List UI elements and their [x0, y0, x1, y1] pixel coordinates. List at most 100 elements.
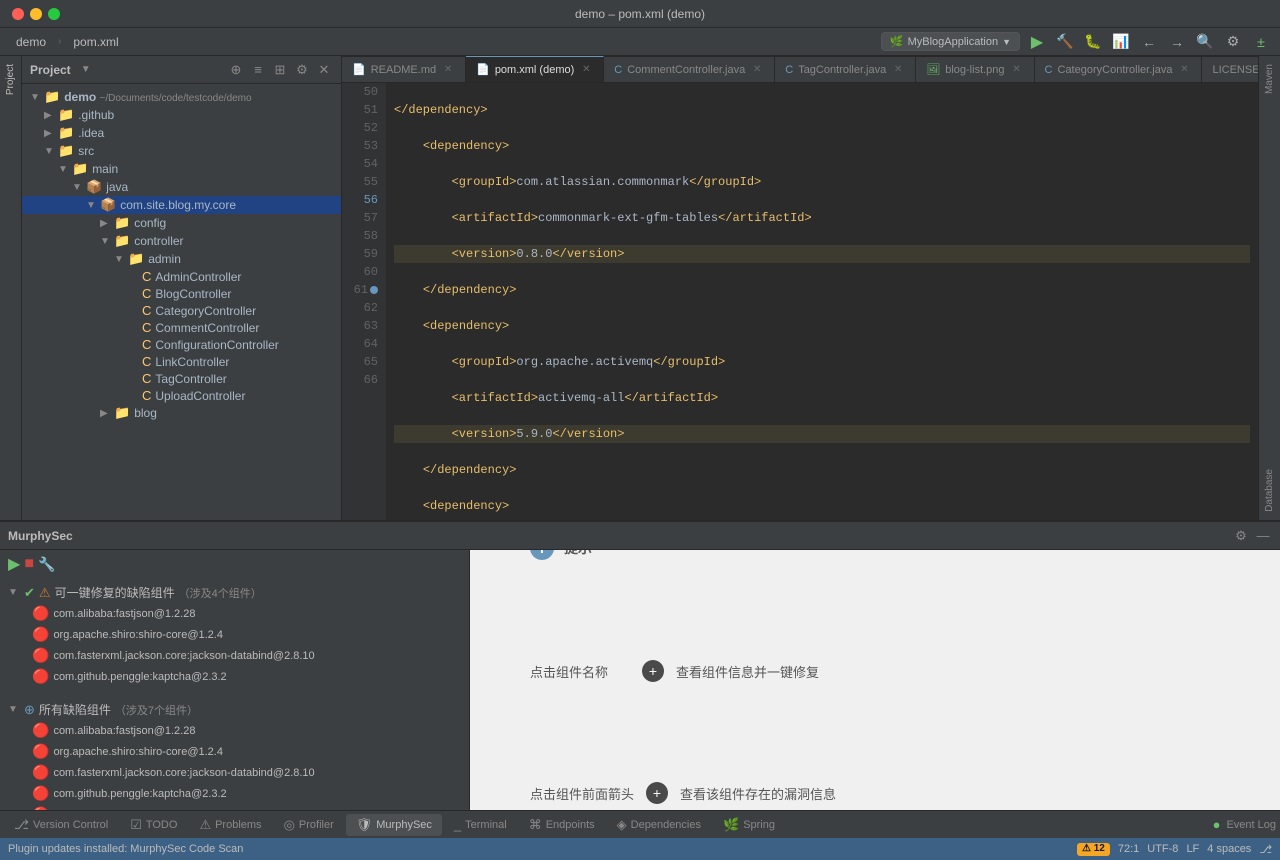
menu-item-demo[interactable]: demo: [8, 32, 54, 52]
run-button[interactable]: ▶: [1026, 31, 1048, 53]
menu-bar: demo › pom.xml 🌿 MyBlogApplication ▼ ▶ 🔨…: [0, 28, 1280, 56]
settings-icon[interactable]: ⚙: [1232, 527, 1250, 545]
add-icon: +: [642, 660, 664, 682]
database-tab[interactable]: Database: [1262, 461, 1277, 520]
fixable-group-header[interactable]: ▼ ✔ ⚠ 可一键修复的缺陷组件 （涉及4个组件）: [4, 582, 465, 603]
debug-button[interactable]: 🐛: [1082, 31, 1104, 53]
tree-item-main[interactable]: ▼ 📁 main: [22, 160, 341, 178]
all-item-3[interactable]: 🔴 com.github.penggle:kaptcha@2.3.2: [4, 783, 465, 804]
code-area[interactable]: </dependency> <dependency> <groupId>com.…: [386, 83, 1258, 520]
tree-item-idea[interactable]: ▶ 📁 .idea: [22, 124, 341, 142]
tab-commentcontroller[interactable]: C CommentController.java ✕: [604, 56, 775, 82]
tree-item-github[interactable]: ▶ 📁 .github: [22, 106, 341, 124]
app-selector[interactable]: 🌿 MyBlogApplication ▼: [881, 32, 1020, 51]
tab-close-categorycontroller[interactable]: ✕: [1177, 63, 1191, 77]
tab-pomxml[interactable]: 📄 pom.xml (demo) ✕: [466, 56, 604, 82]
tree-item-configurationcontroller[interactable]: C ConfigurationController: [22, 336, 341, 353]
vuln-name-0: com.alibaba:fastjson@1.2.28: [53, 608, 195, 620]
back-button[interactable]: ←: [1138, 31, 1160, 53]
build-button[interactable]: 🔨: [1054, 31, 1076, 53]
tab-label: README.md: [371, 64, 436, 76]
tree-item-java[interactable]: ▼ 📦 java: [22, 178, 341, 196]
fixable-item-2[interactable]: 🔴 com.fasterxml.jackson.core:jackson-dat…: [4, 645, 465, 666]
all-item-0[interactable]: 🔴 com.alibaba:fastjson@1.2.28: [4, 720, 465, 741]
status-position: 72:1: [1118, 843, 1139, 856]
all-name-0: com.alibaba:fastjson@1.2.28: [53, 725, 195, 737]
all-item-1[interactable]: 🔴 org.apache.shiro:shiro-core@1.2.4: [4, 741, 465, 762]
terminal-label: Terminal: [465, 819, 507, 831]
window-controls[interactable]: [12, 8, 60, 20]
code-line-58: <artifactId>activemq-all</artifactId>: [394, 389, 1250, 407]
scope-icon[interactable]: ⊕: [227, 61, 245, 79]
tree-item-controller[interactable]: ▼ 📁 controller: [22, 232, 341, 250]
tree-item-tagcontroller[interactable]: C TagController: [22, 370, 341, 387]
tree-item-blogcontroller[interactable]: C BlogController: [22, 285, 341, 302]
minimize-button[interactable]: [30, 8, 42, 20]
murphy-label: MurphySec: [376, 819, 432, 831]
tab-close-pomxml[interactable]: ✕: [579, 63, 593, 77]
class-icon: C: [142, 320, 151, 335]
tab-version-control[interactable]: ⎇ Version Control: [4, 814, 118, 836]
fixable-item-1[interactable]: 🔴 org.apache.shiro:shiro-core@1.2.4: [4, 624, 465, 645]
tree-item-src[interactable]: ▼ 📁 src: [22, 142, 341, 160]
tab-endpoints[interactable]: ⌘ Endpoints: [519, 814, 605, 836]
maximize-button[interactable]: [48, 8, 60, 20]
tab-readme[interactable]: 📄 README.md ✕: [342, 56, 466, 82]
tree-item-package[interactable]: ▼ 📦 com.site.blog.my.core: [22, 196, 341, 214]
tab-close-readme[interactable]: ✕: [441, 63, 455, 77]
tab-bloglist[interactable]: 🖼 blog-list.png ✕: [916, 56, 1034, 82]
tree-item-linkcontroller[interactable]: C LinkController: [22, 353, 341, 370]
all-item-4[interactable]: 🔴 org.mybatis:mybatis@3.5.5: [4, 804, 465, 810]
gear-icon[interactable]: ⚙: [293, 61, 311, 79]
collapse-icon[interactable]: ≡: [249, 61, 267, 79]
tree-item-demo[interactable]: ▼ 📁 demo ~/Documents/code/testcode/demo: [22, 88, 341, 106]
forward-button[interactable]: →: [1166, 31, 1188, 53]
maven-tab[interactable]: Maven: [1262, 56, 1277, 102]
tab-close-bloglist[interactable]: ✕: [1010, 63, 1024, 77]
tree-item-commentcontroller[interactable]: C CommentController: [22, 319, 341, 336]
folder-icon: 📁: [114, 233, 130, 249]
tab-label: CommentController.java: [627, 64, 745, 76]
project-tab[interactable]: Project: [3, 56, 18, 103]
settings-button[interactable]: ⚙: [1222, 31, 1244, 53]
fixable-item-3[interactable]: 🔴 com.github.penggle:kaptcha@2.3.2: [4, 666, 465, 687]
tab-close-tagcontroller[interactable]: ✕: [891, 63, 905, 77]
arrow-icon: ▶: [100, 408, 114, 419]
tip-row2-action: 查看该组件存在的漏洞信息: [680, 784, 836, 803]
stop-scan-button[interactable]: ■: [24, 555, 34, 573]
git-button[interactable]: ±: [1250, 31, 1272, 53]
close-button[interactable]: [12, 8, 24, 20]
tree-item-uploadcontroller[interactable]: C UploadController: [22, 387, 341, 404]
close-panel-icon[interactable]: —: [1254, 527, 1272, 545]
murphy-settings-button[interactable]: 🔧: [38, 556, 55, 573]
tab-murphysec[interactable]: 🛡 MurphySec: [346, 814, 442, 836]
tab-license[interactable]: LICENSE ✕: [1202, 56, 1258, 82]
tab-close-commentcontroller[interactable]: ✕: [750, 63, 764, 77]
tab-todo[interactable]: ☑ TODO: [120, 814, 187, 836]
hide-icon[interactable]: ✕: [315, 61, 333, 79]
fixable-item-0[interactable]: 🔴 com.alibaba:fastjson@1.2.28: [4, 603, 465, 624]
panel-icons: ⊕ ≡ ⊞ ⚙ ✕: [227, 61, 333, 79]
profile-button[interactable]: 📊: [1110, 31, 1132, 53]
tab-tagcontroller[interactable]: C TagController.java ✕: [775, 56, 916, 82]
expand-icon[interactable]: ⊞: [271, 61, 289, 79]
all-group-header[interactable]: ▼ ⊕ 所有缺陷组件 （涉及7个组件）: [4, 699, 465, 720]
vuln-dot-icon: 🔴: [32, 647, 49, 664]
tree-item-admincontroller[interactable]: C AdminController: [22, 268, 341, 285]
tree-item-blog[interactable]: ▶ 📁 blog: [22, 404, 341, 422]
search-button[interactable]: 🔍: [1194, 31, 1216, 53]
all-item-2[interactable]: 🔴 com.fasterxml.jackson.core:jackson-dat…: [4, 762, 465, 783]
run-scan-button[interactable]: ▶: [8, 554, 20, 574]
tree-item-config[interactable]: ▶ 📁 config: [22, 214, 341, 232]
tab-problems[interactable]: ⚠ Problems: [189, 814, 271, 836]
event-log-icon: ●: [1213, 817, 1221, 832]
code-line-52: <groupId>com.atlassian.commonmark</group…: [394, 173, 1250, 191]
tree-item-admin[interactable]: ▼ 📁 admin: [22, 250, 341, 268]
tab-spring[interactable]: 🌿 Spring: [713, 814, 785, 836]
menu-item-pomxml[interactable]: pom.xml: [65, 32, 126, 52]
tree-item-categorycontroller[interactable]: C CategoryController: [22, 302, 341, 319]
tab-profiler[interactable]: ◎ Profiler: [274, 814, 344, 836]
tab-dependencies[interactable]: ◈ Dependencies: [607, 814, 711, 836]
tab-terminal[interactable]: _ Terminal: [444, 814, 517, 835]
tab-categorycontroller[interactable]: C CategoryController.java ✕: [1035, 56, 1203, 82]
